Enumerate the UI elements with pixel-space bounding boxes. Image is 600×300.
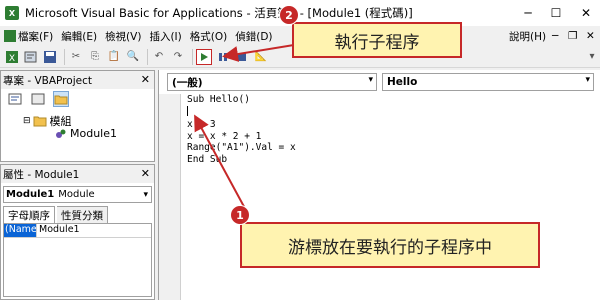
callout-2-badge: 2 bbox=[279, 5, 299, 25]
callout-cursor-in-sub: 游標放在要執行的子程序中 bbox=[240, 222, 540, 268]
arrow-to-run-button bbox=[222, 43, 301, 62]
callout-1-badge: 1 bbox=[230, 205, 250, 225]
callout-cursor-text: 游標放在要執行的子程序中 bbox=[288, 237, 492, 258]
arrow-to-cursor bbox=[194, 114, 249, 215]
callout-run-sub: 執行子程序 bbox=[292, 22, 462, 58]
vba-editor-window: X Microsoft Visual Basic for Application… bbox=[0, 0, 600, 300]
callout-run-sub-text: 執行子程序 bbox=[334, 32, 420, 53]
